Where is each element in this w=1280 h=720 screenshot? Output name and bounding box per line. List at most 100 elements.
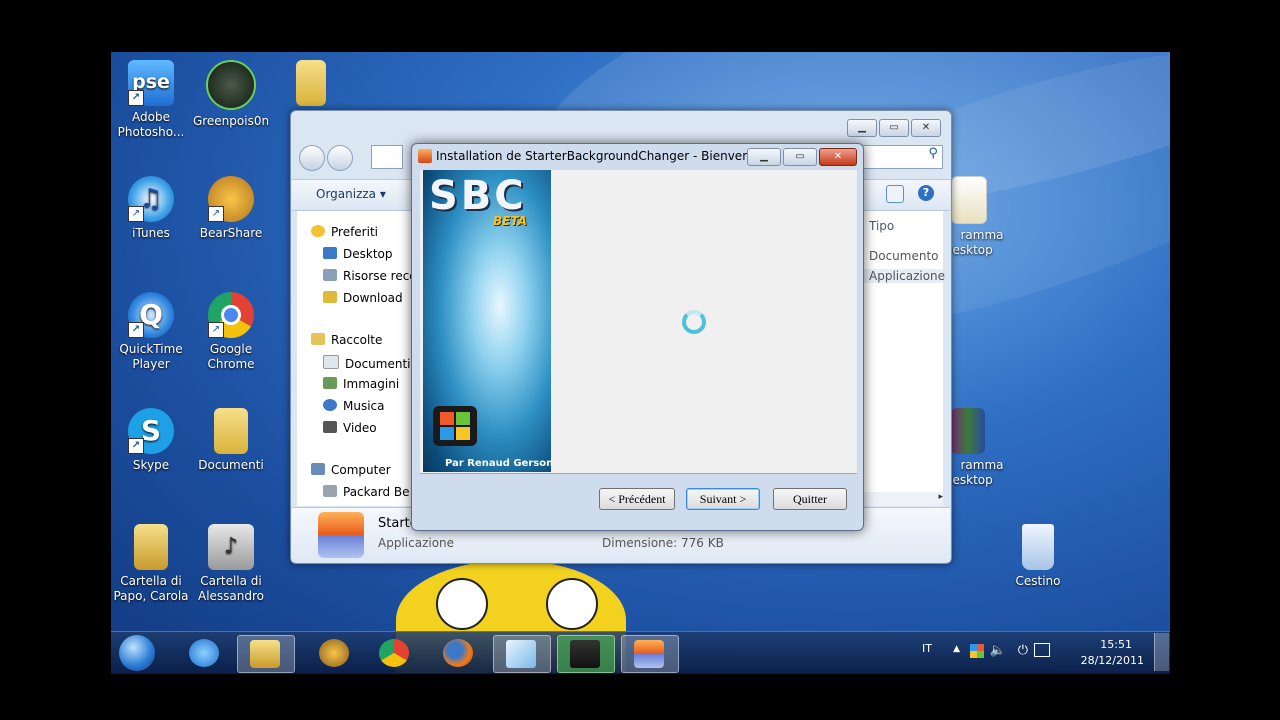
close-button[interactable]: ✕	[911, 119, 941, 137]
clock-date[interactable]: 28/12/2011	[1081, 654, 1144, 667]
maximize-button[interactable]: ▭	[783, 148, 817, 166]
show-hidden-icons-icon[interactable]: ▲	[953, 644, 960, 654]
action-center-icon[interactable]	[970, 644, 984, 658]
taskbar-internet-explorer[interactable]	[177, 635, 233, 671]
desktop-icon-chrome[interactable]: ↗ Google Chrome	[191, 292, 271, 372]
folder-icon	[214, 408, 248, 454]
download-folder-icon	[323, 291, 337, 303]
details-file-type: Applicazione	[378, 536, 455, 550]
program-icon	[951, 176, 987, 224]
nav-download[interactable]: Download	[323, 291, 403, 305]
desktop-icon-photoshop[interactable]: pse ↗ Adobe Photosho...	[111, 60, 191, 140]
installer-banner: SBC BETA Par Renaud Gerson	[423, 170, 551, 472]
language-indicator[interactable]: IT	[922, 642, 932, 655]
help-icon[interactable]: ?	[918, 185, 934, 201]
desktop-icon	[323, 247, 337, 259]
greenpoison-icon	[206, 60, 256, 110]
address-bar[interactable]	[371, 145, 403, 169]
quit-button[interactable]: Quitter	[773, 488, 847, 510]
search-box[interactable]: ⚲	[861, 145, 943, 169]
nav-label: Raccolte	[331, 333, 383, 347]
desktop-icon-quicktime[interactable]: Q ↗ QuickTime Player	[111, 292, 191, 372]
installer-window-controls: ▁ ▭ ✕	[747, 148, 857, 166]
show-desktop-button[interactable]	[1154, 633, 1169, 671]
nav-music[interactable]: Musica	[323, 399, 385, 413]
desktop-icon-documenti[interactable]: Documenti	[191, 408, 271, 473]
nav-label: Preferiti	[331, 225, 378, 239]
taskbar: IT ▲ 🔈 ⏻ 15:51 28/12/2011	[111, 631, 1170, 674]
nav-recent[interactable]: Risorse rece	[323, 269, 417, 283]
installer-title: Installation de StarterBackgroundChanger…	[436, 149, 765, 163]
navigation-pane: Preferiti Desktop Risorse rece Download …	[297, 211, 417, 506]
computer-icon	[311, 463, 325, 475]
nav-documents[interactable]: Documenti	[323, 355, 411, 371]
desktop-icon-folder-carola[interactable]: Cartella di Papo, Carola	[111, 524, 191, 604]
taskbar-video-recorder[interactable]	[557, 635, 615, 673]
desktop-icon-label: Documenti	[198, 458, 264, 472]
nav-video[interactable]: Video	[323, 421, 377, 435]
windows-flag-green	[456, 412, 470, 425]
taskbar-explorer[interactable]	[237, 635, 295, 673]
minimize-button[interactable]: ▁	[847, 119, 877, 137]
desktop-icon-label: Cestino	[1015, 574, 1061, 588]
quicktime-icon: Q ↗	[128, 292, 174, 338]
preview-pane-icon[interactable]	[886, 185, 904, 203]
taskbar-firefox[interactable]	[431, 635, 487, 671]
desktop-icon-folder-top[interactable]	[271, 60, 351, 110]
desktop-icon-folder-alessandro[interactable]: ♪ Cartella di Alessandro	[191, 524, 271, 604]
folder-icon	[250, 640, 280, 668]
power-icon[interactable]: ⏻	[1018, 643, 1028, 658]
back-button[interactable]	[299, 145, 325, 171]
windows-flag-blue	[440, 427, 454, 440]
next-button[interactable]: Suivant >	[686, 488, 760, 510]
previous-button[interactable]: < Précédent	[599, 488, 675, 510]
bearshare-icon	[319, 639, 349, 667]
desktop-icon-itunes[interactable]: ♫ ↗ iTunes	[111, 176, 191, 241]
desktop-icon-greenpoison[interactable]: Greenpois0n	[191, 60, 271, 129]
file-type-cell: Documento	[869, 249, 939, 263]
nav-desktop[interactable]: Desktop	[323, 247, 393, 261]
documents-icon	[323, 355, 339, 369]
maximize-button[interactable]: ▭	[879, 119, 909, 137]
music-folder-icon: ♪	[208, 524, 254, 570]
nav-drive[interactable]: Packard Be	[323, 485, 410, 499]
desktop-icon-label: Skype	[132, 458, 170, 472]
winrar-icon	[951, 408, 985, 454]
desktop-icon-skype[interactable]: S ↗ Skype	[111, 408, 191, 473]
nav-computer[interactable]: Computer	[311, 463, 391, 477]
forward-button[interactable]	[327, 145, 353, 171]
drive-icon	[323, 485, 337, 497]
nav-label: Video	[343, 421, 377, 435]
windows-flag-red	[440, 412, 454, 425]
taskbar-installer[interactable]	[621, 635, 679, 673]
nav-label: Packard Be	[343, 485, 410, 499]
windows-logo-icon	[433, 406, 477, 446]
author-credit: Par Renaud Gerson	[445, 458, 551, 469]
column-header-type[interactable]: Tipo	[869, 219, 894, 233]
nav-label: Download	[343, 291, 403, 305]
folder-icon	[134, 524, 168, 570]
sbc-logo: SBC	[429, 173, 527, 219]
minimize-button[interactable]: ▁	[747, 148, 781, 166]
clock-time[interactable]: 15:51	[1100, 638, 1132, 651]
desktop-icon-bearshare[interactable]: ↗ BearShare	[191, 176, 271, 241]
start-button[interactable]	[119, 635, 155, 671]
search-icon[interactable]: ⚲	[928, 146, 942, 161]
images-icon	[323, 377, 337, 389]
taskbar-chrome[interactable]	[367, 635, 423, 671]
volume-icon[interactable]: 🔈	[990, 643, 1006, 658]
libraries-icon	[311, 333, 325, 345]
chrome-icon	[379, 639, 409, 667]
horizontal-scrollbar[interactable]: ▸	[861, 492, 943, 506]
shortcut-arrow-icon: ↗	[128, 90, 144, 106]
network-icon[interactable]	[1034, 643, 1050, 657]
nav-favorites[interactable]: Preferiti	[311, 225, 378, 239]
organize-menu[interactable]: Organizza ▾	[316, 187, 386, 201]
nav-libraries[interactable]: Raccolte	[311, 333, 382, 347]
desktop-icon-recycle-bin[interactable]: Cestino	[998, 524, 1078, 589]
nav-images[interactable]: Immagini	[323, 377, 399, 391]
taskbar-bearshare[interactable]	[307, 635, 363, 671]
taskbar-app-window[interactable]	[493, 635, 551, 673]
close-button[interactable]: ✕	[819, 148, 857, 166]
beta-label: BETA	[493, 214, 527, 228]
